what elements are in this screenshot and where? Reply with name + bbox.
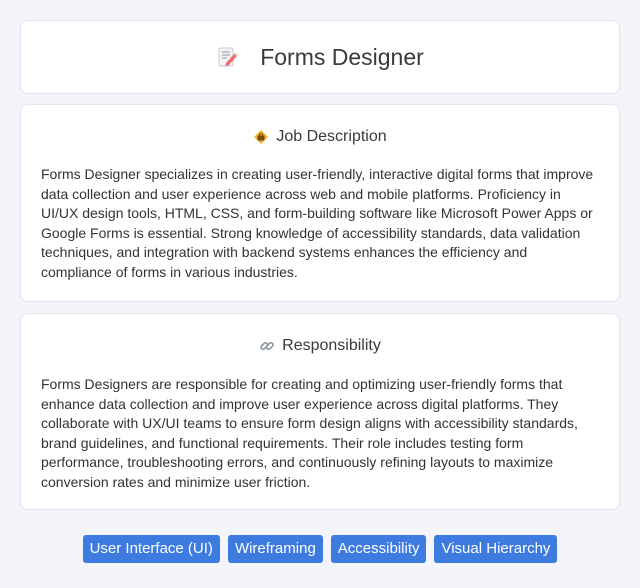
section-title: Job Description: [276, 128, 387, 145]
link-icon: [259, 338, 275, 354]
page-title: Forms Designer: [260, 43, 424, 70]
tag-user-interface[interactable]: User Interface (UI): [82, 535, 220, 563]
header-card: Forms Designer: [20, 20, 620, 94]
skill-tags: User Interface (UI) Wireframing Accessib…: [0, 535, 640, 563]
responsibility-heading: Responsibility: [21, 337, 619, 355]
header: Forms Designer: [216, 44, 424, 71]
tag-accessibility[interactable]: Accessibility: [330, 535, 427, 563]
job-description-heading: Job Description: [21, 128, 619, 146]
page: Forms Designer Job Description Forms Des…: [0, 0, 640, 588]
responsibility-card: Responsibility Forms Designers are respo…: [20, 313, 620, 510]
responsibility-text: Forms Designers are responsible for crea…: [41, 376, 578, 490]
tag-wireframing[interactable]: Wireframing: [227, 535, 323, 563]
briefcase-icon: [253, 129, 269, 145]
job-description-text: Forms Designer specializes in creating u…: [41, 166, 594, 280]
job-description-card: Job Description Forms Designer specializ…: [20, 104, 620, 302]
tag-visual-hierarchy[interactable]: Visual Hierarchy: [434, 535, 558, 563]
section-title: Responsibility: [282, 337, 381, 354]
memo-icon: [216, 46, 238, 68]
